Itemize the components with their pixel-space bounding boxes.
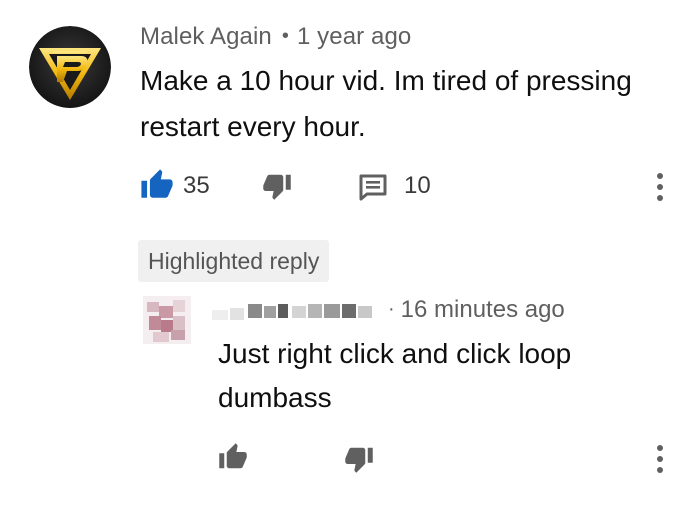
like-count: 35 <box>183 172 210 199</box>
reply-comment-icon <box>359 174 387 201</box>
reply-menu-button[interactable] <box>648 442 672 476</box>
dislike-button[interactable] <box>262 171 296 205</box>
meta-separator: • <box>281 25 289 47</box>
comment-header: Malek Again • 1 year ago <box>140 23 411 51</box>
like-button[interactable] <box>140 168 174 202</box>
more-vertical-icon <box>657 173 663 201</box>
comment-actions: 35 10 <box>140 168 680 204</box>
avatar[interactable] <box>29 26 111 108</box>
redacted-author-icon <box>212 304 372 320</box>
highlighted-reply-badge: Highlighted reply <box>138 240 330 282</box>
pixelated-avatar-icon <box>143 296 191 344</box>
thumbs-down-icon <box>345 447 373 473</box>
thumbs-up-icon <box>219 443 247 469</box>
reply-dislike-button[interactable] <box>344 444 376 476</box>
reply-like-button[interactable] <box>218 442 250 474</box>
more-vertical-icon <box>657 445 663 473</box>
reply-avatar[interactable] <box>143 296 191 344</box>
channel-logo-icon <box>29 26 111 108</box>
reply-timestamp[interactable]: 16 minutes ago <box>401 296 565 323</box>
reply-actions <box>218 440 678 476</box>
comment-timestamp[interactable]: 1 year ago <box>297 23 411 50</box>
thumbs-up-icon <box>141 169 173 198</box>
reply-meta: · 16 minutes ago <box>382 296 565 324</box>
reply-body: Just right click and click loop dumbass <box>218 338 572 413</box>
thumbs-down-icon <box>263 174 291 200</box>
comment-body: Make a 10 hour vid. Im tired of pressing… <box>140 65 632 142</box>
comment-menu-button[interactable] <box>648 170 672 204</box>
meta-separator: · <box>388 298 395 320</box>
reply-count: 10 <box>404 172 431 199</box>
reply-button[interactable] <box>358 173 388 201</box>
reply-header: · 16 minutes ago <box>212 296 682 326</box>
comment-author[interactable]: Malek Again <box>140 23 272 50</box>
